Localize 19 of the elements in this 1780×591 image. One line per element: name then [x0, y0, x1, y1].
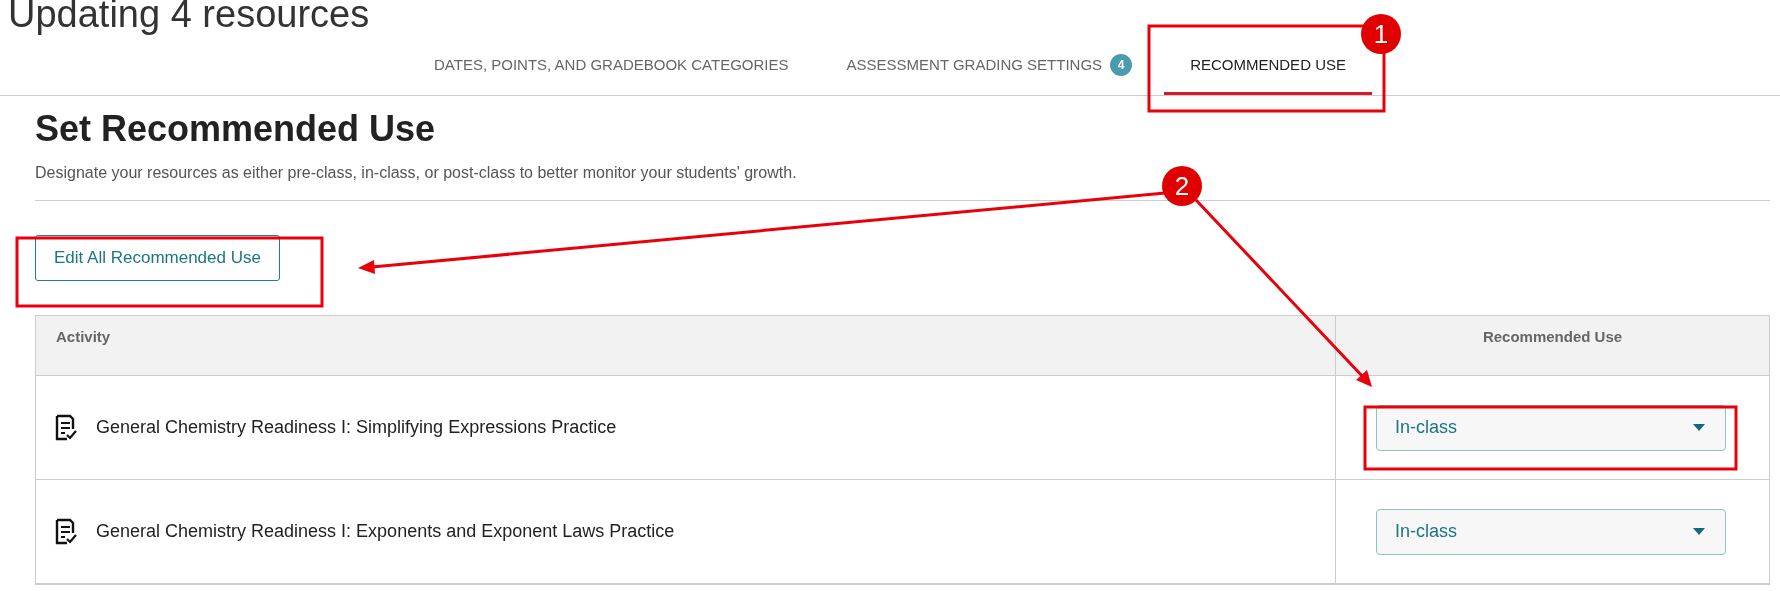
- column-header: Activity: [36, 316, 1335, 376]
- section-heading: Set Recommended Use: [35, 108, 437, 150]
- activity-title: General Chemistry Readiness I: Exponents and Exponent Laws Practice: [96, 521, 675, 542]
- number-badge: 2: [1162, 166, 1202, 206]
- description: Designate your resources as either pre-class, in-class, or post-class to better monitor your students' growth.: [35, 164, 798, 182]
- tab[interactable]: ASSESSMENT GRADING SETTINGS 4: [820, 37, 1159, 95]
- recommended-use-dropdown[interactable]: In-class: [1376, 404, 1726, 451]
- page-title: Updating 4 resources: [8, 0, 370, 37]
- caret-icon: [1693, 423, 1705, 432]
- count-badge: 4: [1110, 53, 1133, 76]
- document-check-icon: [54, 413, 78, 442]
- number-badge: 1: [1361, 14, 1401, 54]
- document-check-icon: [54, 517, 78, 546]
- tab[interactable]: DATES, POINTS, AND GRADEBOOK CATEGORIES: [408, 37, 815, 95]
- activity-title: General Chemistry Readiness I: Simplifying Expressions Practice: [96, 417, 617, 438]
- recommended-use-dropdown[interactable]: In-class: [1376, 508, 1726, 555]
- column-header: Recommended Use: [1335, 316, 1769, 376]
- caret-icon: [1693, 527, 1705, 536]
- edit-all-button[interactable]: Edit All Recommended Use: [35, 235, 280, 281]
